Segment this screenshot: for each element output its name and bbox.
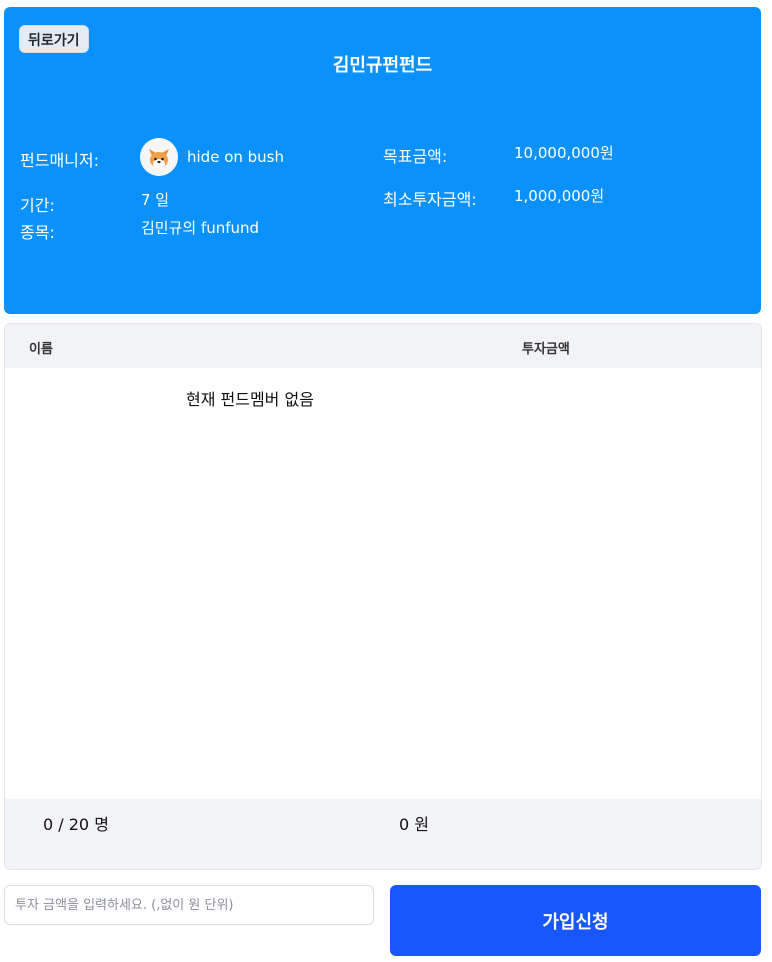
empty-members-message: 현재 펀드멤버 없음 <box>186 390 314 409</box>
members-table: 이름 투자금액 현재 펀드멤버 없음 0 / 20 명 0 원 <box>4 323 762 870</box>
total-amount: 0 원 <box>399 815 429 834</box>
fund-header-card: 뒤로가기 김민규펀펀드 펀드매니저: hide on bush 기간: 7 일 … <box>4 7 761 314</box>
manager-name: hide on bush <box>187 148 284 166</box>
fund-detail-page: 뒤로가기 김민규펀펀드 펀드매니저: hide on bush 기간: 7 일 … <box>0 0 772 962</box>
back-button[interactable]: 뒤로가기 <box>19 25 89 53</box>
page-title: 김민규펀펀드 <box>332 55 433 76</box>
min-investment-label: 최소투자금액: <box>383 190 477 209</box>
member-count: 0 / 20 명 <box>43 815 109 834</box>
investment-amount-input[interactable] <box>4 885 374 925</box>
column-header-amount: 투자금액 <box>522 342 570 357</box>
period-value: 7 일 <box>141 191 170 209</box>
target-amount-value: 10,000,000원 <box>514 144 614 162</box>
target-amount-label: 목표금액: <box>383 147 448 166</box>
item-value: 김민규의 funfund <box>141 219 260 237</box>
corgi-avatar-icon <box>140 138 178 176</box>
period-label: 기간: <box>20 196 55 215</box>
table-header: 이름 투자금액 <box>5 324 761 368</box>
column-header-name: 이름 <box>29 342 53 357</box>
join-button[interactable]: 가입신청 <box>390 885 761 956</box>
manager-label: 펀드매니저: <box>20 151 99 170</box>
table-footer: 0 / 20 명 0 원 <box>5 799 761 869</box>
min-investment-value: 1,000,000원 <box>514 187 605 205</box>
item-label: 종목: <box>20 223 55 242</box>
